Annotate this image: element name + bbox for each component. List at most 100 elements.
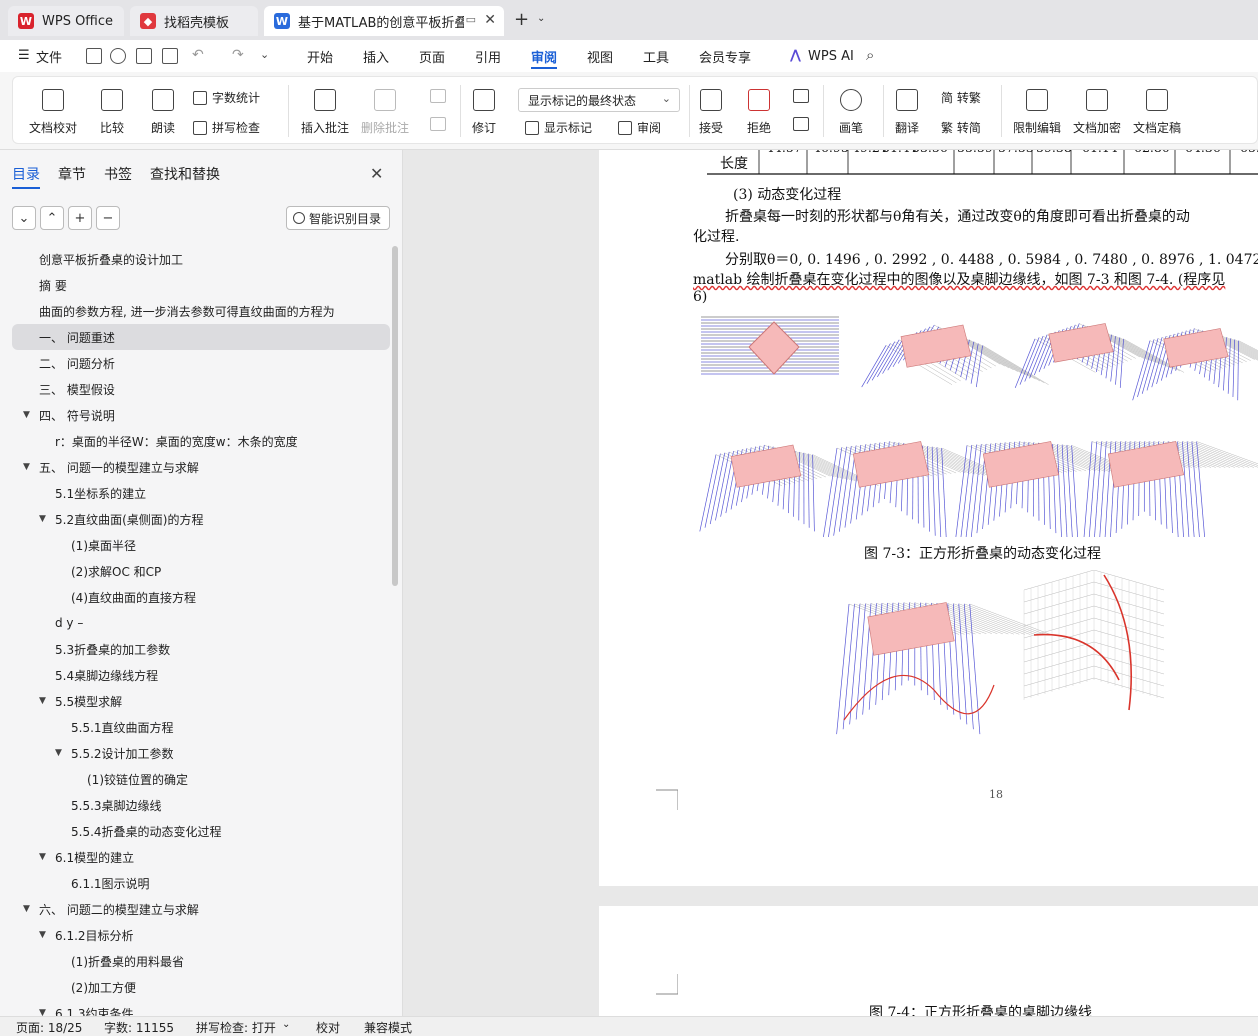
toc-item[interactable]: 二、 问题分析 — [12, 350, 390, 376]
toc-item[interactable]: 创意平板折叠桌的设计加工 — [12, 246, 390, 272]
toc-scrollbar[interactable] — [392, 246, 398, 586]
toc-item[interactable]: ▼ 5.5.2设计加工参数 — [12, 740, 390, 766]
menu-reference[interactable]: 引用 — [475, 40, 501, 72]
toc-item[interactable]: 6.1.1图示说明 — [12, 870, 390, 896]
expand-arrow-icon[interactable]: ▼ — [39, 1008, 46, 1016]
toc-item[interactable]: (1)桌面半径 — [12, 532, 390, 558]
toc-item[interactable]: 5.5.1直纹曲面方程 — [12, 714, 390, 740]
tab-bookmarks[interactable]: 书签 — [104, 164, 132, 184]
toc-item[interactable]: ▼ 四、 符号说明 — [12, 402, 390, 428]
spell-check-button[interactable]: 拼写检查 — [193, 119, 260, 136]
tab-docer[interactable]: ◆ 找稻壳模板 — [130, 6, 258, 36]
chevron-down-icon[interactable]: ⌄ — [282, 1019, 290, 1030]
toc-item[interactable]: (4)直纹曲面的直接方程 — [12, 584, 390, 610]
tab-document[interactable]: W 基于MATLAB的创意平板折叠 ▭ ✕ — [264, 6, 504, 36]
menu-member[interactable]: 会员专享 — [699, 40, 751, 72]
translate-button[interactable]: 翻译 — [895, 89, 919, 136]
next-change-icon[interactable] — [793, 117, 809, 131]
doc-check-button[interactable]: 文档校对 — [29, 89, 77, 136]
review-pane-button[interactable]: 审阅 — [618, 119, 661, 136]
close-tab-icon[interactable]: ✕ — [484, 12, 496, 28]
read-aloud-button[interactable]: 朗读 — [151, 89, 175, 136]
tab-chapters[interactable]: 章节 — [58, 164, 86, 184]
share-icon[interactable] — [110, 48, 126, 64]
expand-arrow-icon[interactable]: ▼ — [23, 462, 30, 472]
toc-item[interactable]: 5.1坐标系的建立 — [12, 480, 390, 506]
expand-arrow-icon[interactable]: ▼ — [39, 696, 46, 706]
tab-wps-office[interactable]: W WPS Office — [8, 6, 124, 36]
toc-item[interactable]: (2)加工方便 — [12, 974, 390, 1000]
toc-item[interactable]: 曲面的参数方程, 进一步消去参数可得直纹曲面的方程为 — [12, 298, 390, 324]
prev-change-icon[interactable] — [793, 89, 809, 103]
encrypt-button[interactable]: 文档加密 — [1073, 89, 1121, 136]
toc-item[interactable]: ▼ 5.2直纹曲面(桌侧面)的方程 — [12, 506, 390, 532]
expand-arrow-icon[interactable]: ▼ — [55, 748, 62, 758]
toc-item[interactable]: 5.4桌脚边缘线方程 — [12, 662, 390, 688]
search-icon[interactable]: ⌕ — [866, 46, 874, 64]
menu-file[interactable]: 文件 — [36, 40, 62, 72]
word-count-button[interactable]: 字数统计 — [193, 89, 260, 106]
page-indicator[interactable]: 页面: 18/25 — [16, 1019, 82, 1036]
insert-comment-button[interactable]: 插入批注 — [301, 89, 349, 136]
menu-tools[interactable]: 工具 — [643, 40, 669, 72]
toc-item[interactable]: 5.5.4折叠桌的动态变化过程 — [12, 818, 390, 844]
prev-comment-icon[interactable] — [430, 89, 446, 103]
toc-item[interactable]: 一、 问题重述 — [12, 324, 390, 350]
restrict-edit-button[interactable]: 限制编辑 — [1013, 89, 1061, 136]
move-up-button[interactable]: ⌃ — [40, 206, 64, 230]
menu-home[interactable]: 开始 — [307, 40, 333, 72]
compare-button[interactable]: 比较 — [100, 89, 124, 136]
print-icon[interactable] — [136, 48, 152, 64]
collapse-down-button[interactable]: ⌄ — [12, 206, 36, 230]
toc-item[interactable]: 5.3折叠桌的加工参数 — [12, 636, 390, 662]
redo-icon[interactable]: ↷ — [232, 47, 244, 63]
toc-item[interactable]: (1)铰链位置的确定 — [12, 766, 390, 792]
expand-arrow-icon[interactable]: ▼ — [23, 904, 30, 914]
expand-arrow-icon[interactable]: ▼ — [39, 514, 46, 524]
spell-check-indicator[interactable]: 拼写检查: 打开 — [196, 1019, 276, 1036]
reject-button[interactable]: 拒绝 — [747, 89, 771, 136]
word-count-indicator[interactable]: 字数: 11155 — [104, 1019, 174, 1036]
toc-item[interactable]: ▼ 6.1模型的建立 — [12, 844, 390, 870]
toc-item[interactable]: ▼ 5.5模型求解 — [12, 688, 390, 714]
chevron-down-icon[interactable]: ⌄ — [537, 13, 545, 24]
toc-item[interactable]: r：桌面的半径W：桌面的宽度w：木条的宽度 — [12, 428, 390, 454]
menu-view[interactable]: 视图 — [587, 40, 613, 72]
toc-item[interactable]: (1)折叠桌的用料最省 — [12, 948, 390, 974]
delete-comment-button[interactable]: 删除批注 — [361, 89, 409, 136]
toc-item[interactable]: 三、 模型假设 — [12, 376, 390, 402]
print-preview-icon[interactable] — [162, 48, 178, 64]
show-markup-button[interactable]: 显示标记 — [525, 119, 592, 136]
tab-find-replace[interactable]: 查找和替换 — [150, 164, 220, 184]
pen-button[interactable]: 画笔 — [839, 89, 863, 136]
menu-insert[interactable]: 插入 — [363, 40, 389, 72]
tab-toc[interactable]: 目录 — [12, 164, 40, 189]
toc-item[interactable]: ▼ 五、 问题一的模型建立与求解 — [12, 454, 390, 480]
undo-icon[interactable]: ↶ — [192, 47, 204, 63]
expand-arrow-icon[interactable]: ▼ — [39, 930, 46, 940]
smart-toc-button[interactable]: 智能识别目录 — [286, 206, 390, 230]
new-tab-icon[interactable]: + — [514, 9, 529, 30]
toc-item[interactable]: ▼ 六、 问题二的模型建立与求解 — [12, 896, 390, 922]
menu-wps-ai[interactable]: WPS AI — [808, 40, 854, 72]
toc-item[interactable]: d y – — [12, 610, 390, 636]
accept-button[interactable]: 接受 — [699, 89, 723, 136]
toc-item[interactable]: ▼ 6.1.3约束条件 — [12, 1000, 390, 1017]
toc-item[interactable]: (2)求解OC 和CP — [12, 558, 390, 584]
to-simplified-button[interactable]: 繁 转简 — [941, 119, 981, 136]
next-comment-icon[interactable] — [430, 117, 446, 131]
save-icon[interactable] — [86, 48, 102, 64]
toc-item[interactable]: 摘 要 — [12, 272, 390, 298]
proofread-indicator[interactable]: 校对 — [316, 1019, 340, 1036]
markup-state-select[interactable]: 显示标记的最终状态 ⌄ — [518, 88, 680, 112]
menu-review[interactable]: 审阅 — [531, 40, 558, 72]
hamburger-icon[interactable]: ☰ — [18, 48, 30, 63]
close-pane-icon[interactable]: ✕ — [370, 164, 383, 183]
menu-page[interactable]: 页面 — [419, 40, 445, 72]
expand-arrow-icon[interactable]: ▼ — [39, 852, 46, 862]
add-heading-button[interactable]: + — [68, 206, 92, 230]
to-traditional-button[interactable]: 简 转繁 — [941, 89, 981, 106]
finalize-button[interactable]: 文档定稿 — [1133, 89, 1181, 136]
more-dropdown-icon[interactable]: ⌄ — [260, 48, 269, 61]
toc-item[interactable]: 5.5.3桌脚边缘线 — [12, 792, 390, 818]
